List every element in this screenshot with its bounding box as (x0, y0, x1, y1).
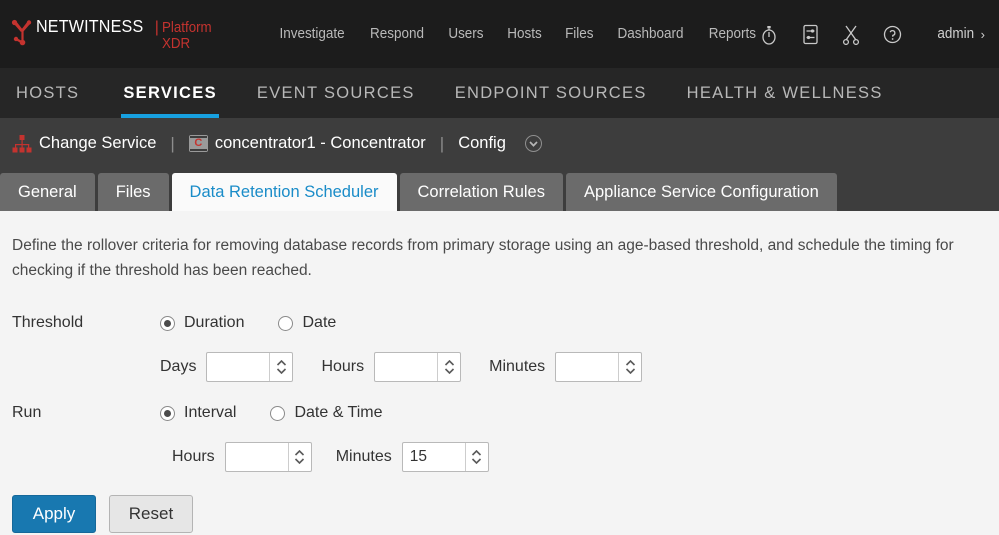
action-button-row: Apply Reset (12, 495, 983, 533)
admin-menu[interactable]: admin › (936, 26, 985, 42)
tasks-icon[interactable] (799, 22, 821, 46)
app-window: NETWITNESS | Platform XDR Investigate Re… (0, 0, 999, 535)
tab-correlation-rules[interactable]: Correlation Rules (400, 173, 563, 211)
radio-date-time-label: Date & Time (294, 404, 382, 422)
tab-data-retention-scheduler[interactable]: Data Retention Scheduler (172, 173, 397, 211)
section-nav-services[interactable]: SERVICES (103, 68, 237, 118)
section-nav-health-wellness[interactable]: HEALTH & WELLNESS (667, 68, 903, 118)
threshold-label: Threshold (12, 314, 160, 332)
run-hours-stepper-arrows[interactable] (288, 443, 311, 471)
threshold-days-input[interactable] (207, 353, 269, 381)
hierarchy-icon (12, 135, 32, 153)
radio-duration-label: Duration (184, 314, 244, 332)
threshold-option-row: Threshold Duration Date (12, 303, 983, 343)
admin-label: admin (938, 26, 975, 42)
radio-date-label: Date (302, 314, 336, 332)
change-service-link[interactable]: Change Service (12, 134, 156, 153)
run-hours-stepper[interactable] (225, 442, 312, 472)
section-nav-endpoint-sources[interactable]: ENDPOINT SOURCES (435, 68, 667, 118)
netwitness-logo-icon (10, 19, 36, 49)
radio-interval-label: Interval (184, 404, 236, 422)
nav-item-dashboard[interactable]: Dashboard (618, 26, 684, 42)
radio-date-time-indicator (270, 406, 285, 421)
run-minutes-stepper-arrows[interactable] (465, 443, 488, 471)
config-label: Config (458, 134, 506, 153)
apply-button[interactable]: Apply (12, 495, 96, 533)
page-description: Define the rollover criteria for removin… (12, 233, 977, 283)
reset-button[interactable]: Reset (109, 495, 193, 533)
chevron-down-icon[interactable] (525, 135, 542, 152)
brand-product: Platform XDR (162, 20, 240, 52)
threshold-fields-row: Days Hours Minutes (160, 347, 983, 387)
radio-date-indicator (278, 316, 293, 331)
tab-strip: General Files Data Retention Scheduler C… (0, 169, 999, 211)
threshold-radio-date[interactable]: Date (278, 314, 336, 332)
nav-item-investigate[interactable]: Investigate (279, 26, 344, 42)
nav-item-users[interactable]: Users (448, 26, 483, 42)
breadcrumb: Change Service | C concentrator1 - Conce… (0, 118, 999, 169)
radio-interval-indicator (160, 406, 175, 421)
threshold-minutes-stepper-arrows[interactable] (618, 353, 641, 381)
threshold-minutes-input[interactable] (556, 353, 618, 381)
breadcrumb-separator-1: | (170, 134, 174, 154)
run-radio-interval[interactable]: Interval (160, 404, 236, 422)
run-hours-label: Hours (172, 448, 215, 466)
concentrator-icon: C (189, 135, 208, 152)
threshold-hours-input[interactable] (375, 353, 437, 381)
section-nav-hosts[interactable]: HOSTS (16, 68, 103, 118)
concentrator-icon-letter: C (194, 138, 202, 149)
brand-divider: | (155, 19, 159, 37)
threshold-days-stepper[interactable] (206, 352, 293, 382)
threshold-minutes-label: Minutes (489, 358, 545, 376)
run-minutes-label: Minutes (336, 448, 392, 466)
run-radio-date-time[interactable]: Date & Time (270, 404, 382, 422)
main-nav: Investigate Respond Users Hosts Files Da… (277, 26, 758, 42)
scissors-icon[interactable] (840, 22, 862, 46)
brand-logo[interactable]: NETWITNESS | Platform XDR (10, 16, 247, 52)
run-hours-input[interactable] (226, 443, 288, 471)
breadcrumb-separator-2: | (440, 134, 444, 154)
nav-item-files[interactable]: Files (565, 26, 593, 42)
chevron-right-icon: › (981, 27, 985, 42)
nav-item-hosts[interactable]: Hosts (507, 26, 541, 42)
threshold-radio-duration[interactable]: Duration (160, 314, 244, 332)
top-header-bar: NETWITNESS | Platform XDR Investigate Re… (0, 0, 999, 68)
run-minutes-input[interactable] (403, 443, 465, 471)
section-nav-event-sources[interactable]: EVENT SOURCES (237, 68, 435, 118)
nav-item-reports[interactable]: Reports (709, 26, 756, 42)
tab-general[interactable]: General (0, 173, 95, 211)
main-content: Define the rollover criteria for removin… (0, 211, 999, 535)
radio-duration-indicator (160, 316, 175, 331)
service-name-label: concentrator1 - Concentrator (215, 134, 426, 153)
threshold-hours-stepper[interactable] (374, 352, 461, 382)
nav-item-respond[interactable]: Respond (370, 26, 424, 42)
service-name-crumb[interactable]: C concentrator1 - Concentrator (189, 134, 426, 153)
tab-files[interactable]: Files (98, 173, 169, 211)
threshold-days-label: Days (160, 358, 196, 376)
threshold-minutes-stepper[interactable] (555, 352, 642, 382)
config-menu[interactable]: Config (458, 134, 542, 153)
brand-name: NETWITNESS (36, 16, 143, 37)
header-icon-group: admin › (758, 22, 985, 46)
threshold-hours-label: Hours (321, 358, 364, 376)
help-icon[interactable] (881, 22, 903, 46)
run-label: Run (12, 404, 160, 422)
section-nav-bar: HOSTS SERVICES EVENT SOURCES ENDPOINT SO… (0, 68, 999, 118)
run-option-row: Run Interval Date & Time (12, 393, 983, 433)
run-minutes-stepper[interactable] (402, 442, 489, 472)
timer-icon[interactable] (758, 22, 780, 46)
threshold-hours-stepper-arrows[interactable] (437, 353, 460, 381)
change-service-label: Change Service (39, 134, 156, 153)
threshold-days-stepper-arrows[interactable] (269, 353, 292, 381)
tab-appliance-service-configuration[interactable]: Appliance Service Configuration (566, 173, 837, 211)
run-fields-row: Hours Minutes (160, 437, 983, 477)
